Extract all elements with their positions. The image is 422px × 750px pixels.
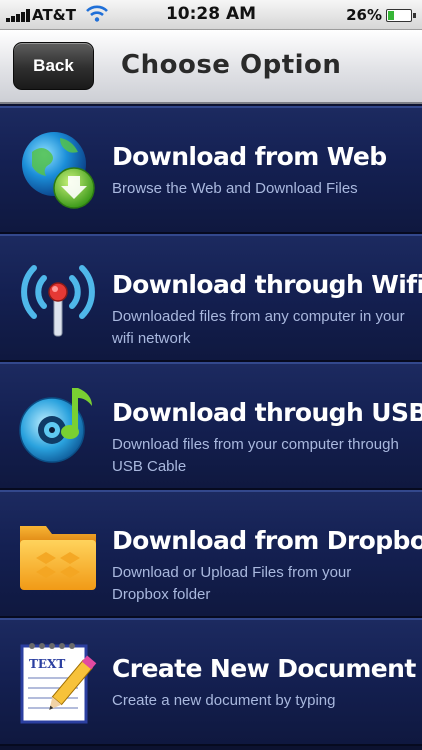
option-list: Download from Web Browse the Web and Dow…: [0, 106, 422, 746]
dropbox-folder-icon: [20, 526, 96, 590]
battery-icon: [386, 9, 416, 22]
usb-disc-music-icon: [19, 388, 92, 463]
option-download-through-wifi[interactable]: Download through Wifi Downloaded files f…: [0, 234, 422, 362]
svg-text:TEXT: TEXT: [29, 657, 65, 671]
navigation-bar: Back Choose Option: [0, 30, 422, 104]
option-description: Browse the Web and Download Files: [112, 180, 358, 197]
option-title: Download from Web: [112, 142, 387, 171]
status-bar: AT&T 10:28 AM 26%: [0, 0, 422, 30]
option-description: Downloaded files from any computer in yo…: [112, 308, 405, 347]
wifi-antenna-icon: [21, 265, 95, 337]
option-title: Create New Document: [112, 654, 416, 683]
page-title: Choose Option: [121, 50, 342, 80]
back-button[interactable]: Back: [13, 42, 94, 90]
option-description: Download files from your computer throug…: [112, 436, 399, 475]
globe-download-icon: [22, 132, 95, 209]
option-create-new-document[interactable]: TEXT Create New Document Create a new do…: [0, 618, 422, 746]
battery-fill: [388, 11, 394, 20]
option-download-from-dropbox[interactable]: Download from Dropbox Download or Upload…: [0, 490, 422, 618]
option-download-through-usb[interactable]: Download through USB Download files from…: [0, 362, 422, 490]
option-title: Download through USB: [112, 398, 422, 427]
battery-percentage: 26%: [346, 6, 382, 24]
option-title: Download through Wifi: [112, 270, 422, 299]
text-document-pencil-icon: TEXT: [20, 643, 97, 724]
option-download-from-web[interactable]: Download from Web Browse the Web and Dow…: [0, 106, 422, 234]
option-description: Create a new document by typing: [112, 692, 336, 709]
option-description: Download or Upload Files from your Dropb…: [112, 564, 352, 603]
option-title: Download from Dropbox: [112, 526, 422, 555]
